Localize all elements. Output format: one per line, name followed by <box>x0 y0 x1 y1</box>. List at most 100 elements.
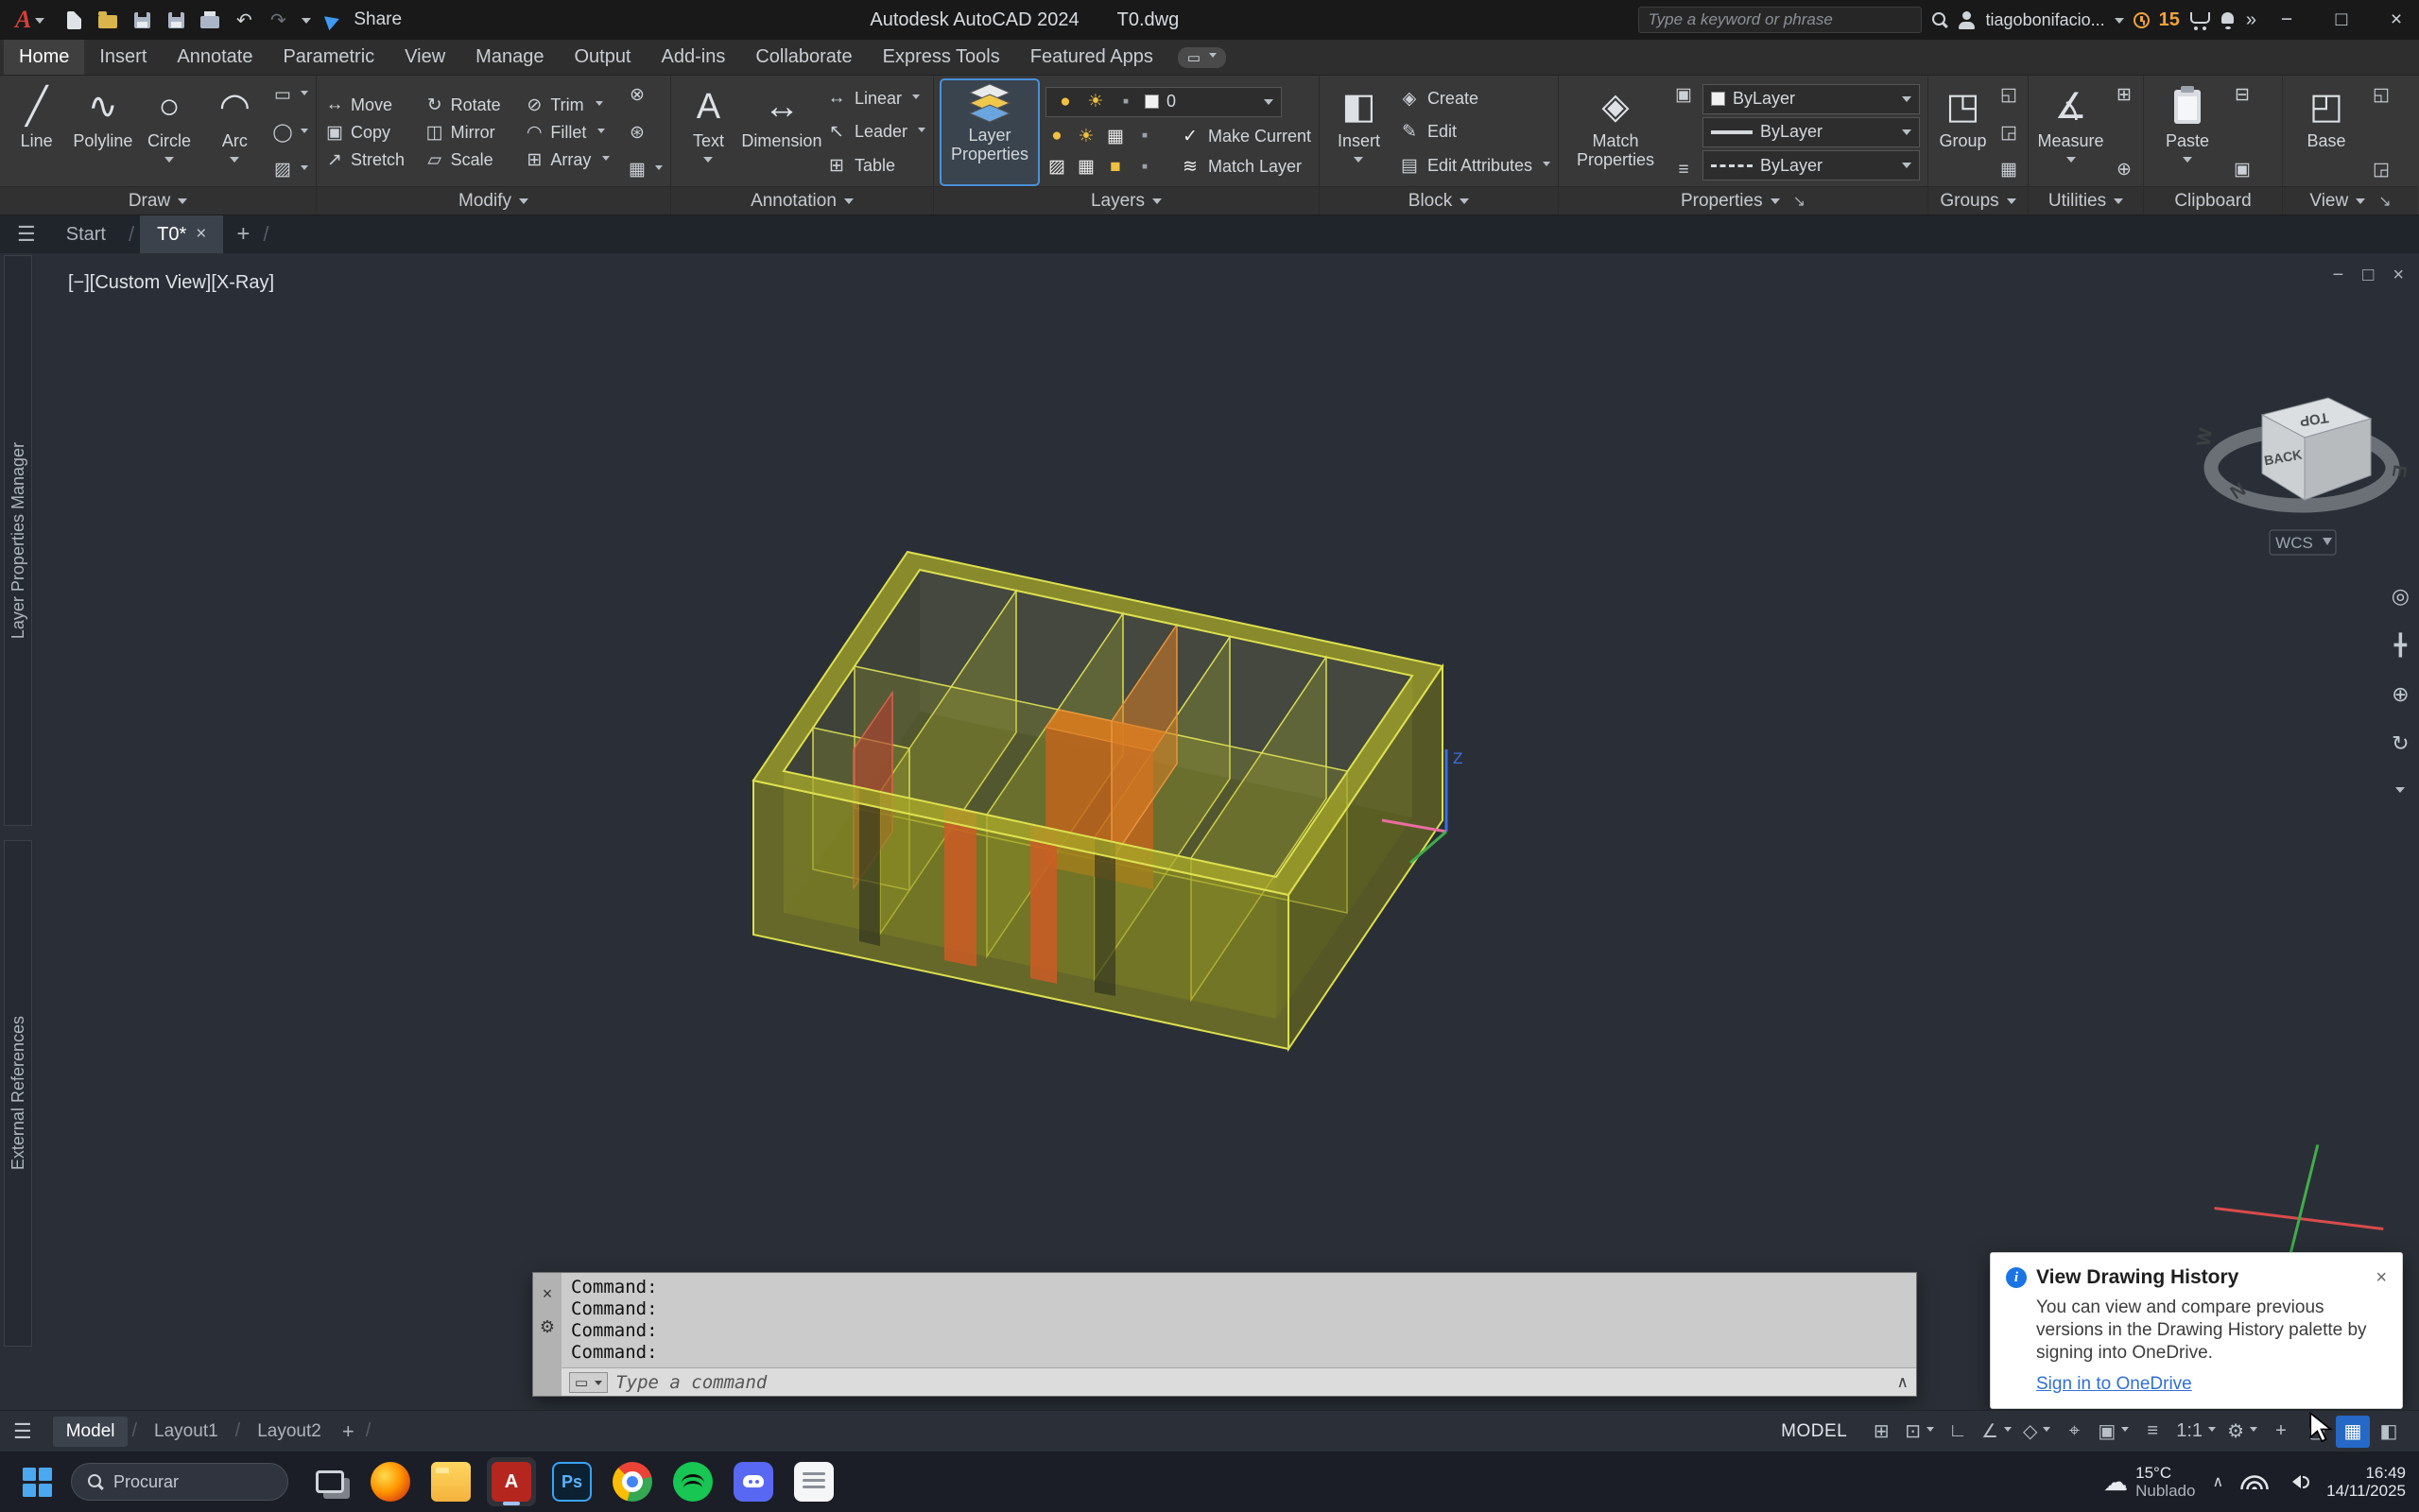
status-toggle-polar[interactable]: ∠ <box>1977 1416 2016 1448</box>
viewport-minimize-icon[interactable]: − <box>2333 265 2344 286</box>
store-cart-icon[interactable] <box>2189 11 2210 28</box>
doc-tab-start[interactable]: Start <box>49 215 123 253</box>
new-drawing-icon[interactable]: + <box>229 221 257 248</box>
restore-button[interactable]: □ <box>2319 0 2364 40</box>
trial-days-remaining[interactable]: 15 <box>2159 9 2180 31</box>
customize-qat-icon[interactable] <box>302 18 311 28</box>
signed-in-user[interactable]: tiagobonifacio... <box>1986 10 2105 30</box>
ribbon-tab[interactable]: Annotate <box>162 40 268 75</box>
dimension-tool[interactable]: ↔Dimension <box>746 80 818 184</box>
status-toggle-snap[interactable]: ⊡ <box>1900 1416 1939 1448</box>
command-collapse-icon[interactable]: ∧ <box>1897 1373 1909 1392</box>
notifications-bell-icon[interactable] <box>2220 11 2237 29</box>
volume-icon[interactable] <box>2286 1475 2309 1488</box>
viewport-restore-icon[interactable]: □ <box>2362 265 2374 286</box>
taskbar-app-explorer[interactable] <box>426 1457 475 1506</box>
modify-tool[interactable]: ▣Copy <box>324 122 419 144</box>
status-toggle-clean-screen[interactable]: ▢ <box>2300 1416 2334 1448</box>
properties-tool-1[interactable]: ▣ <box>1672 84 1695 106</box>
ellipse-tool[interactable]: ◯ <box>271 122 308 144</box>
view-dialog-launcher[interactable]: ↘ <box>2378 192 2391 211</box>
make-current-button[interactable]: Make Current <box>1208 127 1311 146</box>
taskbar-app-notes[interactable] <box>789 1457 838 1506</box>
layout-tab-layout1[interactable]: Layout1 <box>141 1417 232 1447</box>
tray-overflow-icon[interactable]: ∧ <box>2212 1472 2223 1491</box>
object-color-dropdown[interactable]: ByLayer <box>1702 84 1920 114</box>
quick-calc-tool[interactable]: ⊞ <box>2113 84 2135 106</box>
command-history[interactable]: Command:Command:Command:Command: <box>562 1273 1916 1367</box>
group-selection-tool[interactable]: ▦ <box>1997 159 2020 180</box>
taskbar-clock[interactable]: 16:49 14/11/2025 <box>2326 1464 2406 1500</box>
create-block-tool[interactable]: ◈Create <box>1398 88 1550 110</box>
taskbar-search[interactable] <box>71 1463 288 1501</box>
close-command-icon[interactable]: × <box>543 1284 553 1304</box>
circle-tool[interactable]: ○Circle <box>140 80 198 184</box>
status-toggle-ortho[interactable]: ∟ <box>1941 1416 1975 1448</box>
model-space-toggle[interactable]: MODEL <box>1781 1421 1847 1442</box>
named-views-tool[interactable]: ◲ <box>2370 159 2393 180</box>
ribbon-display-toggle[interactable]: ▭ <box>1178 47 1226 68</box>
viewcube[interactable]: N E W TOP BACK WCS <box>2188 324 2419 579</box>
id-point-tool[interactable]: ⊕ <box>2113 159 2135 180</box>
doc-tab-current[interactable]: T0*× <box>140 215 223 253</box>
properties-tool-2[interactable]: ≡ <box>1672 160 1695 180</box>
model-space-viewport[interactable]: Z [−][Custom View][X-Ray] − □ × Layer Pr… <box>0 253 2419 1410</box>
group-edit-tool[interactable]: ◲ <box>1997 122 2020 144</box>
toolbar-overflow-icon[interactable]: » <box>2246 9 2255 31</box>
external-references-palette-tab[interactable]: External References <box>4 840 32 1347</box>
linear-dimension-tool[interactable]: ↔Linear <box>825 88 925 109</box>
taskbar-app-task-view[interactable] <box>305 1457 354 1506</box>
ribbon-tab[interactable]: Insert <box>84 40 162 75</box>
weather-widget[interactable]: ☁ 15°C Nublado <box>2103 1464 2195 1500</box>
ribbon-tab[interactable]: Add-ins <box>647 40 741 75</box>
taskbar-app-spotify[interactable] <box>668 1457 717 1506</box>
block-panel-caption[interactable]: Block <box>1320 186 1558 215</box>
status-toggle-osnap[interactable]: ▣ <box>2093 1416 2134 1448</box>
help-search-input[interactable] <box>1649 10 1911 29</box>
taskbar-app-chrome[interactable] <box>608 1457 657 1506</box>
pan-icon[interactable]: ╋ <box>2394 633 2407 658</box>
onedrive-signin-link[interactable]: Sign in to OneDrive <box>2036 1374 2192 1395</box>
save-icon[interactable] <box>131 12 152 28</box>
open-file-icon[interactable] <box>97 11 118 28</box>
status-toggle-isolate[interactable]: ◧ <box>2372 1416 2406 1448</box>
paste-tool[interactable]: Paste <box>2151 80 2223 184</box>
status-toggle-otrack[interactable]: ⌖ <box>2057 1416 2091 1448</box>
close-button[interactable]: × <box>2374 0 2419 40</box>
plot-icon[interactable] <box>199 11 220 28</box>
search-icon[interactable] <box>1931 11 1948 28</box>
save-as-icon[interactable] <box>165 12 186 28</box>
taskbar-app-firefox[interactable] <box>366 1457 415 1506</box>
viewport-config-tool[interactable]: ◱ <box>2370 84 2393 106</box>
annotation-panel-caption[interactable]: Annotation <box>671 186 933 215</box>
taskbar-app-photoshop[interactable]: Ps <box>547 1457 596 1506</box>
viewport-close-icon[interactable]: × <box>2393 265 2404 286</box>
full-navigation-wheel-icon[interactable]: ◎ <box>2392 584 2410 609</box>
modify-tool[interactable]: ↻Rotate <box>424 94 519 116</box>
ribbon-tab[interactable]: Collaborate <box>740 40 867 75</box>
layer-walk-icon[interactable]: ▨ <box>1045 156 1068 178</box>
cut-clip-tool[interactable]: ⊟ <box>2231 84 2254 106</box>
layer-properties-button[interactable]: Layer Properties <box>942 80 1038 184</box>
edit-attributes-tool[interactable]: ▤Edit Attributes <box>1398 155 1550 177</box>
status-toggle-workspace[interactable]: ⚙ <box>2222 1416 2262 1448</box>
close-tab-icon[interactable]: × <box>196 224 206 245</box>
notification-close-icon[interactable]: × <box>2376 1267 2387 1289</box>
layer-dropdown[interactable]: ● ☀ ▪ 0 <box>1045 87 1282 117</box>
ribbon-tab[interactable]: Home <box>4 40 84 75</box>
erase-tool[interactable]: ⊗ <box>626 84 663 106</box>
modify-tool[interactable]: ↗Stretch <box>324 149 419 171</box>
leader-tool[interactable]: ↖Leader <box>825 121 925 143</box>
start-button[interactable] <box>13 1462 61 1503</box>
minimize-button[interactable]: − <box>2264 0 2309 40</box>
arc-tool[interactable]: ◠Arc <box>206 80 264 184</box>
command-window[interactable]: × ⚙ Command:Command:Command:Command: ▭ ∧ <box>532 1272 1917 1397</box>
status-toggle-annomonitor[interactable]: + <box>2264 1416 2298 1448</box>
clipboard-panel-caption[interactable]: Clipboard <box>2144 186 2282 215</box>
ribbon-tab[interactable]: Featured Apps <box>1015 40 1168 75</box>
new-layout-icon[interactable]: + <box>342 1419 354 1444</box>
ribbon-tab[interactable]: Express Tools <box>868 40 1015 75</box>
text-tool[interactable]: AText <box>679 80 738 184</box>
taskbar-app-autocad[interactable]: A <box>487 1457 536 1506</box>
layer-lock-tool-icon[interactable]: ▪ <box>1133 126 1156 146</box>
